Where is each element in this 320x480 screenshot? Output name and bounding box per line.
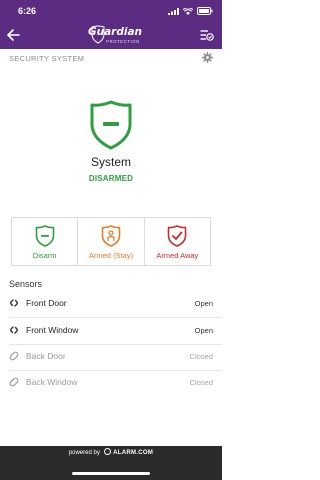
sensor-row[interactable]: Back Door Closed <box>0 344 222 370</box>
gear-icon[interactable] <box>202 52 213 63</box>
sensor-closed-icon <box>9 351 19 361</box>
app-header: 6:26 Guardian PROTECTION <box>0 0 222 49</box>
arm-actions: Disarm Armed (Stay) Armed Away <box>11 217 211 266</box>
shield-away-icon <box>168 225 187 247</box>
status-bar: 6:26 <box>0 0 222 22</box>
alarm-brand: ALARM.COM <box>113 450 154 456</box>
wifi-icon <box>183 7 193 15</box>
logo-text: Guardian <box>88 26 143 38</box>
system-title: System <box>90 155 131 169</box>
menu-list-icon[interactable] <box>200 28 214 42</box>
arm-away-button[interactable]: Armed Away <box>145 218 210 265</box>
arm-away-label: Armed Away <box>156 251 199 260</box>
disarm-label: Disarm <box>32 251 57 260</box>
sensor-open-icon <box>10 299 18 307</box>
sensor-name: Back Window <box>26 377 78 387</box>
battery-icon <box>197 7 213 15</box>
status-time: 6:26 <box>18 6 37 16</box>
shield-stay-icon <box>101 225 121 247</box>
sensor-name: Front Window <box>26 325 79 335</box>
arm-stay-button[interactable]: Armed (Stay) <box>78 218 145 265</box>
sensor-open-icon <box>10 326 18 334</box>
powered-by-text: powered by <box>68 450 100 456</box>
sensor-row[interactable]: Front Door Open <box>0 291 222 317</box>
sensor-status: Open <box>194 326 213 335</box>
guardian-logo: Guardian PROTECTION <box>88 25 142 47</box>
signal-icon <box>168 7 179 15</box>
footer: powered by ALARM.COM <box>0 446 222 480</box>
shield-disarmed-icon <box>90 100 132 150</box>
sensors-title: Sensors <box>9 279 43 289</box>
section-title: SECURITY SYSTEM <box>9 54 85 63</box>
system-status: DISARMED <box>88 174 134 183</box>
sensor-row[interactable]: Front Window Open <box>0 318 222 344</box>
sensor-closed-icon <box>9 377 19 387</box>
home-indicator[interactable] <box>72 472 150 475</box>
sensor-name: Back Door <box>26 351 66 361</box>
nav-bar: Guardian PROTECTION <box>0 22 222 49</box>
sensor-status: Closed <box>189 352 213 361</box>
shield-disarm-icon <box>35 225 54 247</box>
logo-subtext: PROTECTION <box>106 39 140 44</box>
arm-stay-label: Armed (Stay) <box>88 251 134 260</box>
disarm-button[interactable]: Disarm <box>12 218 79 265</box>
arrow-left-icon[interactable] <box>5 27 21 43</box>
status-icons <box>168 7 213 15</box>
alarm-logo-icon <box>103 448 111 455</box>
powered-by: powered by ALARM.COM <box>0 448 222 456</box>
sensor-status: Open <box>194 299 213 308</box>
sensor-row[interactable]: Back Window Closed <box>0 370 222 396</box>
sensor-name: Front Door <box>26 298 67 308</box>
sensor-status: Closed <box>189 378 213 387</box>
